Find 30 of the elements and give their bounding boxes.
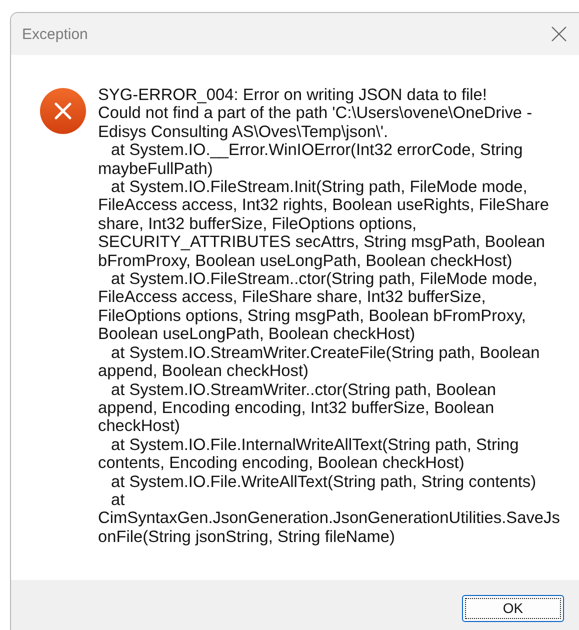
error-message-line: at System.IO.FileStream.Init(String path, FileMode mode, (110, 178, 528, 196)
error-message-line: at System.IO.__Error.WinIOError(Int32 errorCode, String (110, 141, 524, 160)
error-message-line: contents, Encoding encoding, Boolean checkHost) (98, 454, 466, 473)
error-message-line: at System.IO.StreamWriter.CreateFile(String path, Boolean (110, 344, 541, 362)
error-message-line: at System.IO.FileStream..ctor(String path, FileMode mode, (110, 270, 538, 288)
error-message-line: CimSyntaxGen.JsonGeneration.JsonGenerationUtilities.SaveJs (98, 509, 560, 528)
error-message-line: onFile(String jsonString, String fileName) (98, 528, 396, 546)
error-message-line: at System.IO.File.WriteAllText(String path, String contents) (110, 472, 538, 491)
close-icon (550, 25, 568, 43)
error-message-line: Could not find a part of the path 'C:\Users\ovene\OneDrive - (98, 104, 534, 123)
error-message-line: at System.IO.StreamWriter..ctor(String path, Boolean (110, 380, 498, 399)
error-message-line: Edisys Consulting AS\Oves\Temp\json\'. (98, 122, 390, 142)
error-icon (40, 88, 86, 134)
error-message-line: bFromProxy, Boolean useLongPath, Boolean checkHost) (98, 252, 514, 270)
close-button[interactable] (550, 25, 568, 43)
error-message-line: SECURITY_ATTRIBUTES secAttrs, String msgPath, Boolean (98, 233, 546, 252)
error-message-line: share, Int32 bufferSize, FileOptions options, (98, 214, 418, 234)
error-message-line: FileAccess access, Int32 rights, Boolean useRights, FileShare (98, 196, 550, 215)
error-message-line: FileOptions options, String msgPath, Boolean bFromProxy, (98, 306, 527, 326)
error-message-line: FileAccess access, FileShare share, Int32 bufferSize, (98, 288, 487, 307)
error-message-line: at System.IO.File.InternalWriteAllText(String path, String (110, 436, 520, 454)
ok-button[interactable]: OK (462, 594, 564, 622)
error-message-line: maybeFullPath) (98, 160, 214, 178)
error-message-line: Boolean useLongPath, Boolean checkHost) (98, 325, 416, 344)
error-message-line: append, Encoding encoding, Int32 bufferSize, Boolean (98, 398, 496, 418)
error-message-line: SYG-ERROR_004: Error on writing JSON data to file! (98, 86, 488, 104)
error-message-line: checkHost) (98, 417, 181, 436)
error-message-line: at (110, 490, 126, 510)
window-title: Exception (22, 26, 88, 42)
error-message-line: append, Boolean checkHost) (98, 362, 310, 380)
